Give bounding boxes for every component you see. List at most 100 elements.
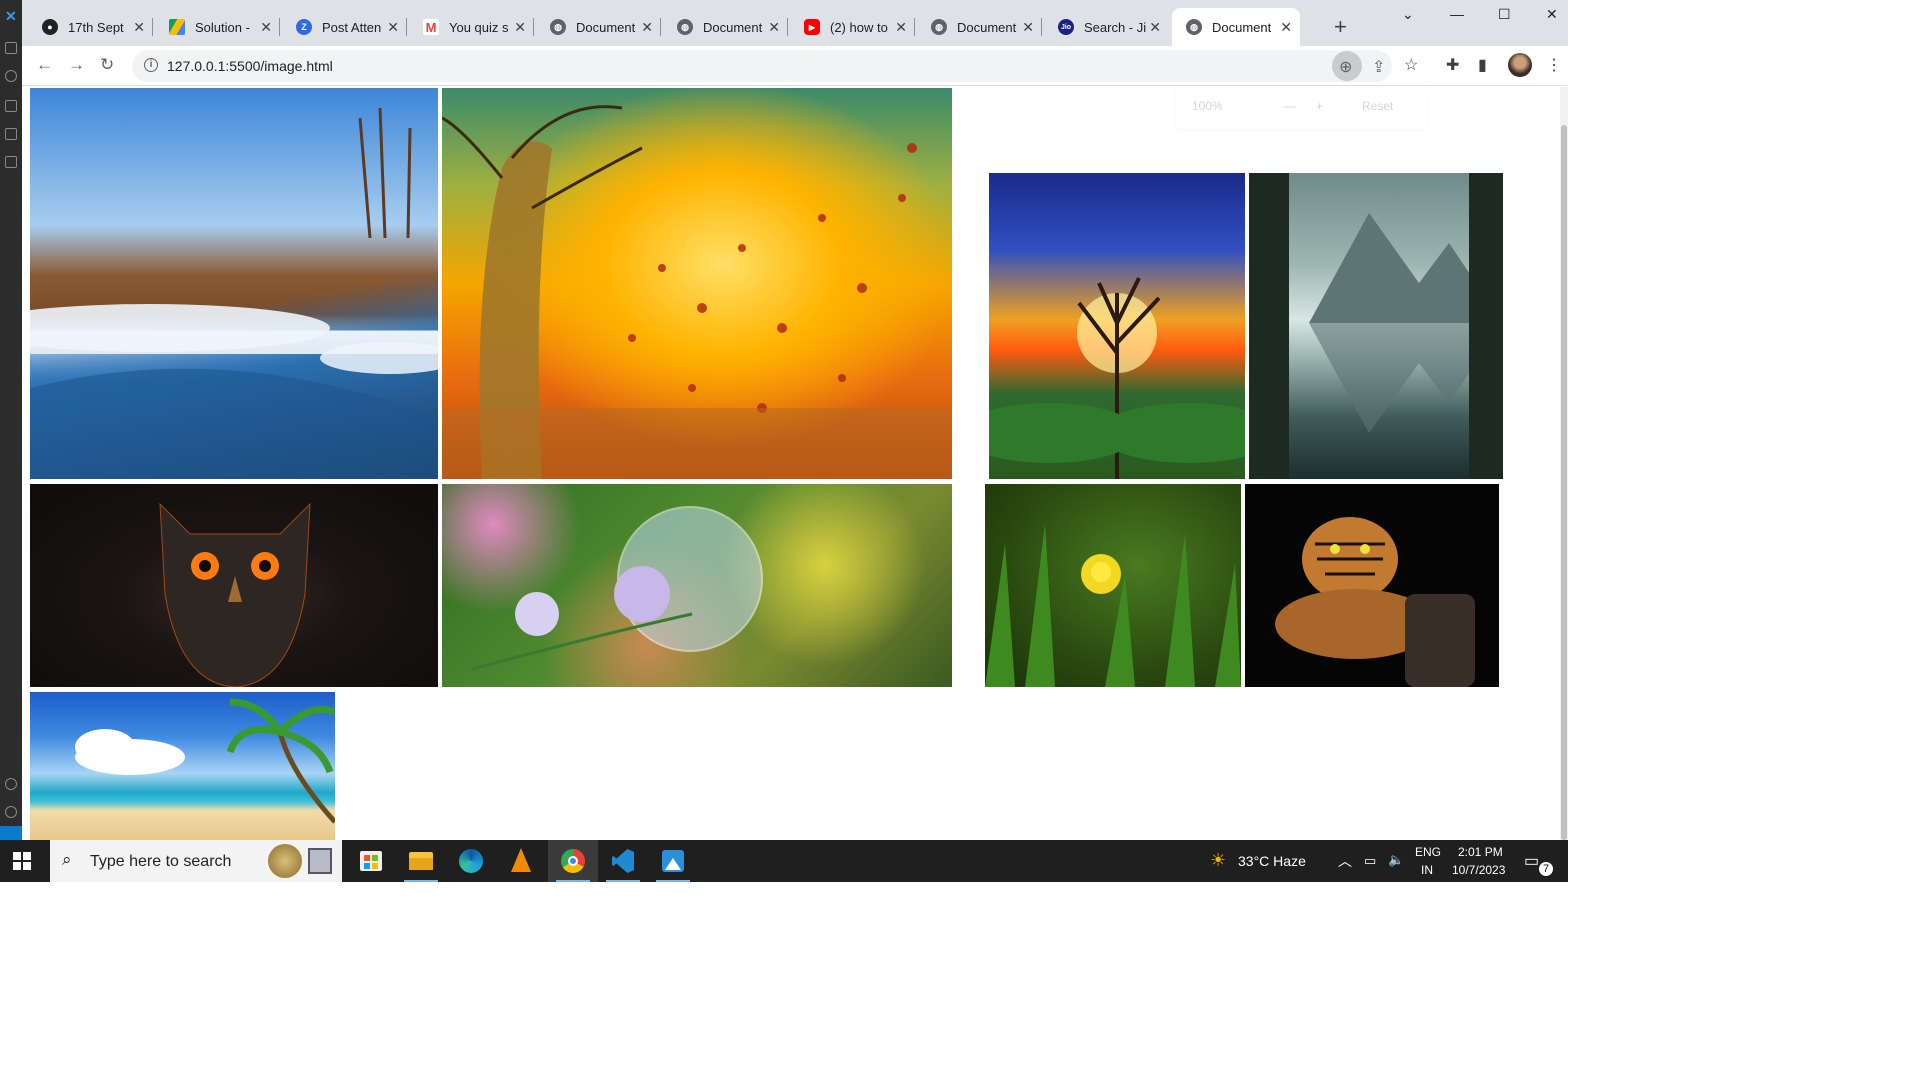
tiger-image [1245, 484, 1499, 687]
maximize-button[interactable]: ☐ [1498, 6, 1511, 23]
url-text[interactable]: 127.0.0.1:5500/image.html [167, 58, 333, 74]
edge-browser-icon[interactable] [446, 840, 496, 882]
site-info-icon[interactable]: i [144, 58, 158, 72]
clock-date[interactable]: 10/7/2023 [1452, 863, 1505, 877]
close-tab-icon[interactable]: ✕ [895, 19, 907, 36]
tab-document-active[interactable]: ◍ Document ✕ [1172, 8, 1300, 46]
yellow-flower-grass-image [985, 484, 1241, 687]
weather-text[interactable]: 33°C Haze [1238, 853, 1306, 869]
tab-solution[interactable]: Solution - ✕ [155, 8, 280, 46]
start-windows-icon[interactable] [13, 852, 31, 870]
search-icon[interactable] [5, 70, 17, 82]
close-tab-icon[interactable]: ✕ [1022, 19, 1034, 36]
tab-strip: ● 17th Sept ✕ Solution - ✕ Z Post Atten … [22, 0, 1568, 46]
vscode-icon[interactable] [598, 840, 648, 882]
water-bubble-flower-image [442, 484, 952, 687]
close-tab-icon[interactable]: ✕ [1280, 19, 1292, 36]
tab-post-attendance[interactable]: Z Post Atten ✕ [282, 8, 407, 46]
gmail-icon: M [423, 19, 439, 35]
autumn-woman-image [442, 88, 952, 479]
close-tab-icon[interactable]: ✕ [768, 19, 780, 36]
taskbar-search-box[interactable]: ⌕ Type here to search [50, 840, 342, 882]
windows-taskbar: ⌕ Type here to search ☀ 33°C Haze ︿ ▭ 🔈 … [0, 840, 1568, 882]
zoom-in-button[interactable]: + [1316, 99, 1323, 113]
close-tab-icon[interactable]: ✕ [260, 19, 272, 36]
globe-icon: ◍ [677, 19, 693, 35]
file-explorer-icon[interactable] [396, 840, 446, 882]
fantasy-tree-sunset-image [989, 173, 1245, 479]
forward-button[interactable]: → [68, 55, 85, 75]
tab-document-1[interactable]: ◍ Document ✕ [536, 8, 661, 46]
source-control-icon[interactable] [5, 100, 17, 112]
close-tab-icon[interactable]: ✕ [1149, 19, 1161, 36]
close-tab-icon[interactable]: ✕ [133, 19, 145, 36]
github-icon: ● [42, 19, 58, 35]
side-panel-icon[interactable]: ▮ [1478, 55, 1487, 75]
tab-search-jio[interactable]: Jio Search - Ji ✕ [1044, 8, 1169, 46]
settings-gear-icon[interactable] [5, 806, 17, 818]
notification-center-icon[interactable]: ▭ [1524, 851, 1539, 871]
account-icon[interactable] [5, 778, 17, 790]
close-tab-icon[interactable]: ✕ [641, 19, 653, 36]
mountain-lake-image [1249, 173, 1503, 479]
tab-gmail-quiz[interactable]: M You quiz s ✕ [409, 8, 534, 46]
address-bar[interactable]: i 127.0.0.1:5500/image.html ⊕ ⇪ [132, 50, 1392, 82]
back-button[interactable]: ← [36, 55, 53, 75]
explorer-icon[interactable] [5, 42, 17, 54]
run-debug-icon[interactable] [5, 128, 17, 140]
battery-icon[interactable]: ▭ [1364, 853, 1376, 869]
chrome-browser-icon[interactable] [548, 840, 598, 882]
close-tab-icon[interactable]: ✕ [514, 19, 526, 36]
volume-icon[interactable]: 🔈 [1388, 852, 1404, 868]
notification-count-badge: 7 [1539, 862, 1553, 876]
new-tab-button[interactable]: + [1334, 14, 1347, 40]
zoom-out-button[interactable]: — [1284, 99, 1296, 113]
remote-status-icon[interactable] [0, 826, 22, 840]
clock-time[interactable]: 2:01 PM [1458, 845, 1503, 859]
globe-icon: ◍ [1186, 19, 1202, 35]
weather-icon[interactable]: ☀ [1210, 850, 1226, 871]
winter-river-image [30, 88, 438, 479]
google-drive-icon [169, 19, 185, 35]
owl-image [30, 484, 438, 687]
tab-17th-sept[interactable]: ● 17th Sept ✕ [28, 8, 153, 46]
search-highlight-icon [268, 844, 302, 878]
input-region[interactable]: IN [1421, 863, 1433, 877]
screen: ✕ ● 17th Sept ✕ Solution - ✕ Z Post Atte… [0, 0, 1568, 882]
browser-menu-icon[interactable]: ⋮ [1546, 55, 1562, 75]
zoom-reset-button[interactable]: Reset [1362, 99, 1393, 113]
search-placeholder: Type here to search [90, 853, 232, 870]
tab-search-chevron-icon[interactable]: ⌄ [1402, 6, 1414, 23]
zoom-icon: Z [296, 19, 312, 35]
extensions-puzzle-icon[interactable]: ✚ [1446, 55, 1459, 75]
close-tab-icon[interactable]: ✕ [387, 19, 399, 36]
input-language[interactable]: ENG [1415, 845, 1441, 859]
tab-document-3[interactable]: ◍ Document ✕ [917, 8, 1042, 46]
page-scrollbar[interactable] [1560, 87, 1568, 840]
share-icon[interactable]: ⇪ [1372, 57, 1385, 77]
minimize-button[interactable]: — [1450, 6, 1464, 22]
extensions-icon[interactable] [5, 156, 17, 168]
globe-icon: ◍ [550, 19, 566, 35]
scrollbar-thumb[interactable] [1561, 125, 1567, 840]
tab-document-2[interactable]: ◍ Document ✕ [663, 8, 788, 46]
vlc-player-icon[interactable] [496, 840, 546, 882]
reload-button[interactable]: ↻ [100, 55, 114, 75]
vscode-close-icon[interactable]: ✕ [5, 8, 17, 25]
tab-youtube[interactable]: ▶ (2) how to ✕ [790, 8, 915, 46]
gallery-page: 100% — + Reset [22, 87, 1560, 840]
profile-avatar[interactable] [1508, 53, 1532, 77]
show-hidden-icons-chevron[interactable]: ︿ [1338, 851, 1352, 871]
vscode-activity-bar: ✕ [0, 0, 22, 840]
image-viewer-icon[interactable] [648, 840, 698, 882]
zoom-level-text: 100% [1192, 99, 1223, 113]
search-highlight-book-icon [308, 848, 332, 874]
tropical-beach-image [30, 692, 335, 840]
youtube-icon: ▶ [804, 19, 820, 35]
jio-icon: Jio [1058, 19, 1074, 35]
microsoft-store-icon[interactable] [346, 840, 396, 882]
zoom-popup: 100% — + Reset [1176, 87, 1426, 129]
bookmark-star-icon[interactable]: ☆ [1404, 55, 1418, 75]
close-window-button[interactable]: ✕ [1546, 6, 1558, 23]
browser-toolbar: ← → ↻ i 127.0.0.1:5500/image.html ⊕ ⇪ ☆ … [22, 46, 1568, 86]
